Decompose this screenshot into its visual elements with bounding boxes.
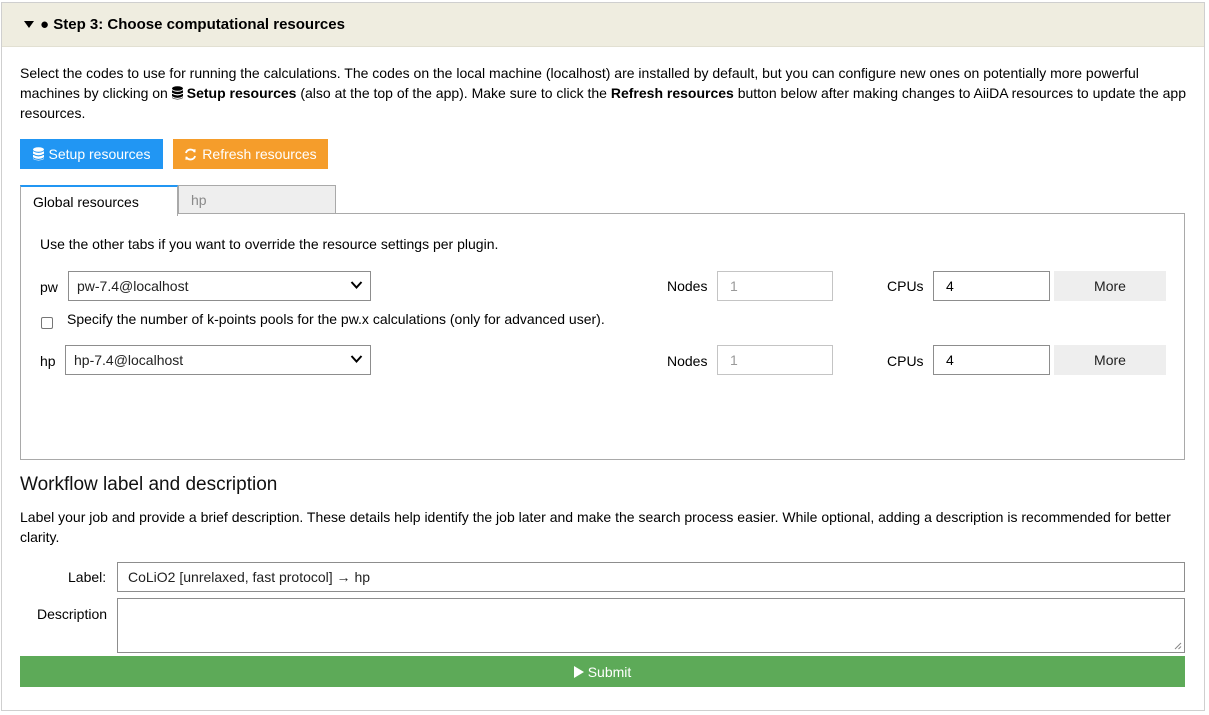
pw-cpus-label: CPUs — [887, 278, 924, 294]
chevron-down-icon — [350, 281, 363, 289]
hp-code-label: hp — [40, 353, 56, 369]
intro-text: Select the codes to use for running the … — [20, 65, 1186, 121]
step-title: ● Step 3: Choose computational resources — [40, 16, 345, 33]
override-info-text: Use the other tabs if you want to overri… — [40, 236, 499, 252]
description-caption: Description — [37, 606, 108, 622]
hp-cpus-input[interactable]: 4 — [933, 345, 1050, 375]
workflow-description-textarea[interactable] — [117, 598, 1185, 653]
tab-hp[interactable]: hp — [178, 185, 336, 214]
hp-code-select[interactable]: hp-7.4@localhost — [65, 345, 371, 375]
step-header[interactable]: ● Step 3: Choose computational resources — [2, 3, 1204, 47]
global-resources-panel: Use the other tabs if you want to overri… — [20, 213, 1185, 460]
pw-code-select[interactable]: pw-7.4@localhost — [68, 271, 371, 301]
label-caption: Label: — [68, 569, 107, 585]
workflow-section-title: Workflow label and description — [20, 474, 278, 495]
database-icon — [32, 147, 44, 161]
pw-nodes-label: Nodes — [667, 278, 708, 294]
kpoints-pools-checkbox[interactable] — [41, 317, 53, 329]
submit-button[interactable]: Submit — [20, 656, 1185, 687]
setup-resources-button[interactable]: Setup resources — [20, 139, 163, 169]
workflow-label-input[interactable]: CoLiO2 [unrelaxed, fast protocol] → hp — [117, 562, 1185, 592]
pw-cpus-input[interactable]: 4 — [933, 271, 1050, 301]
play-icon — [573, 665, 584, 678]
caret-down-icon — [24, 21, 34, 28]
pw-more-button[interactable]: More — [1054, 271, 1166, 301]
hp-nodes-label: Nodes — [667, 353, 708, 369]
refresh-icon — [185, 148, 197, 160]
pw-nodes-input[interactable]: 1 — [717, 271, 833, 301]
hp-more-button[interactable]: More — [1054, 345, 1166, 375]
hp-nodes-input[interactable]: 1 — [717, 345, 833, 375]
kpoints-pools-label: Specify the number of k-points pools for… — [67, 311, 605, 327]
refresh-resources-button[interactable]: Refresh resources — [173, 139, 328, 169]
workflow-description-text: Label your job and provide a brief descr… — [20, 509, 1171, 545]
pw-code-label: pw — [40, 279, 58, 295]
tab-global-resources[interactable]: Global resources — [20, 185, 178, 216]
hp-cpus-label: CPUs — [887, 353, 924, 369]
chevron-down-icon — [350, 355, 363, 363]
database-icon — [171, 86, 183, 100]
resize-handle-icon[interactable] — [1174, 642, 1182, 650]
